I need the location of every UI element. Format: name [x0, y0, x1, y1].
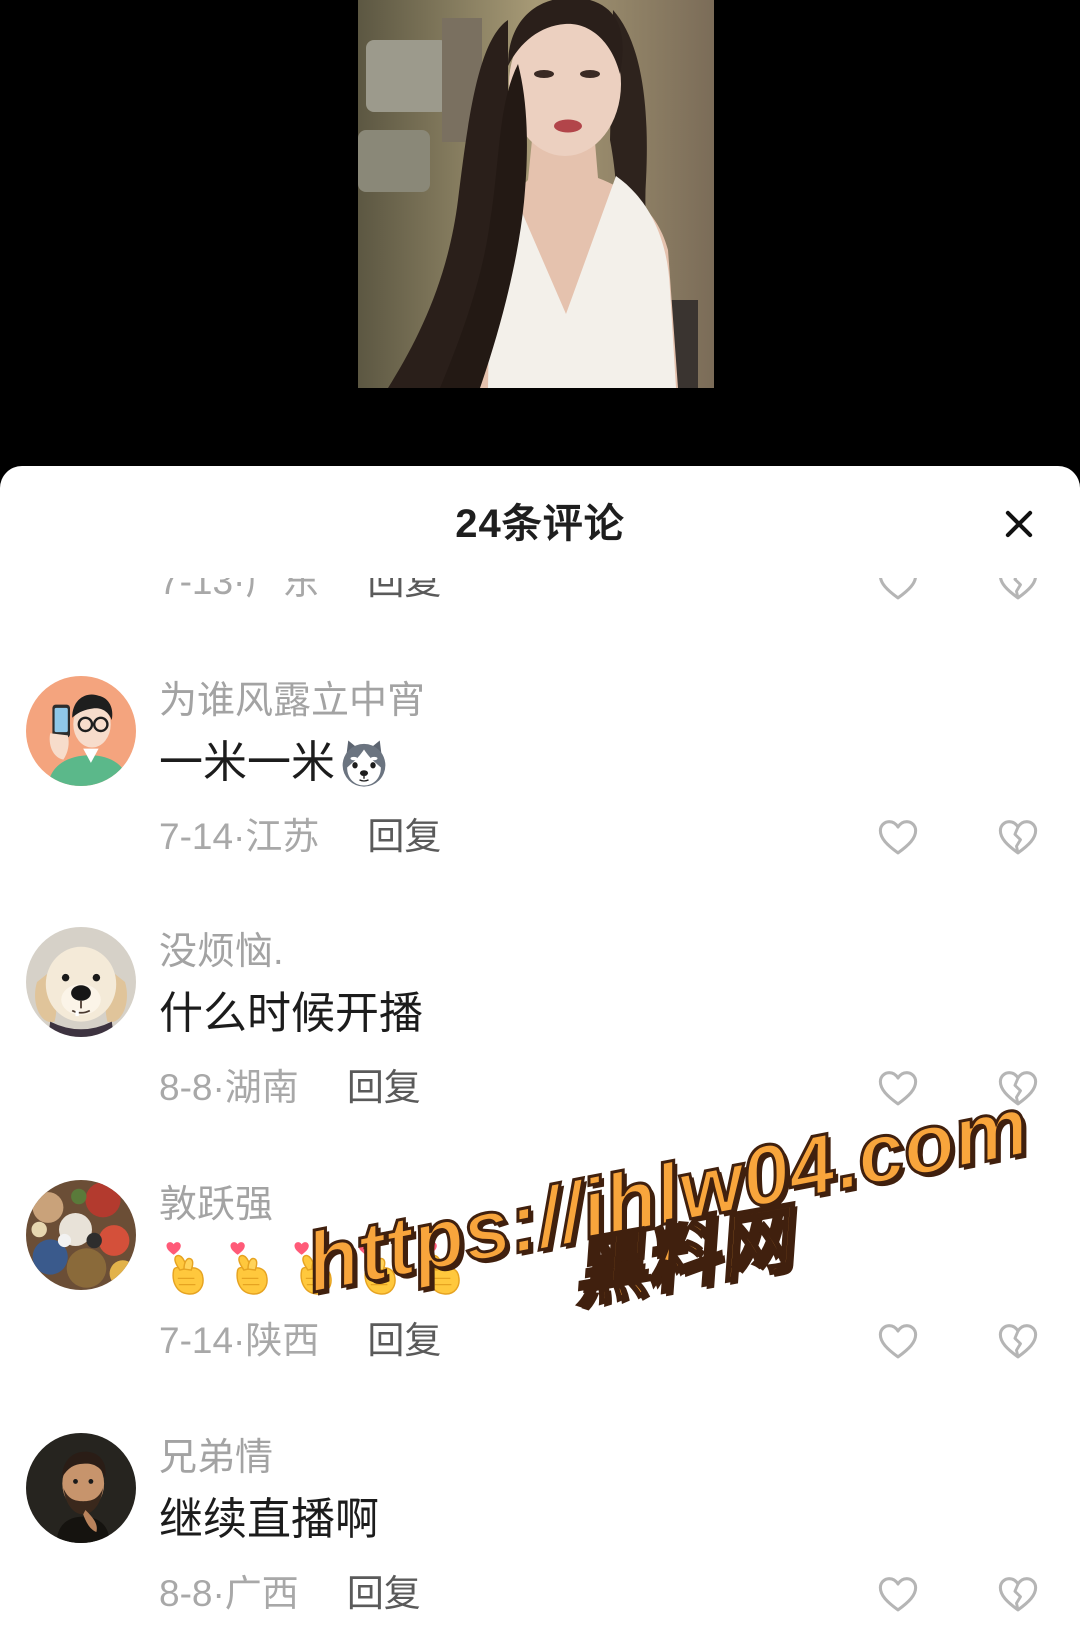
- comment-meta: 8-8·湖南 回复: [159, 1066, 421, 1110]
- like-button[interactable]: [875, 1571, 921, 1617]
- avatar[interactable]: [26, 676, 136, 786]
- comment-username[interactable]: 敦跃强: [159, 1183, 273, 1227]
- close-icon: [1005, 510, 1033, 538]
- comment-meta: 8-8·广西 回复: [159, 1572, 421, 1616]
- comment-username[interactable]: 兄弟情: [159, 1436, 273, 1480]
- comment-meta: 7-13·广东 回复: [159, 578, 441, 604]
- avatar[interactable]: [26, 1433, 136, 1543]
- close-button[interactable]: [997, 502, 1041, 546]
- reply-button[interactable]: 回复: [347, 1066, 421, 1110]
- broken-heart-icon: [999, 578, 1037, 600]
- comment-date-region: 7-13·广东: [159, 578, 320, 602]
- comment-text-content: 继续直播啊: [159, 1495, 379, 1544]
- avatar[interactable]: [26, 927, 136, 1037]
- comment-item: 兄弟情 继续直播啊 8-8·广西 回复: [0, 1433, 1080, 1633]
- comment-date-region: 8-8·湖南: [159, 1067, 299, 1108]
- comment-username[interactable]: 为谁风露立中宵: [159, 679, 425, 723]
- video-preview[interactable]: [358, 0, 714, 388]
- heart-outline-icon: [878, 1324, 918, 1359]
- comment-text[interactable]: 一米一米: [159, 737, 391, 789]
- avatar-image: [26, 1433, 136, 1543]
- comment-username[interactable]: 没烦恼.: [159, 930, 284, 974]
- avatar-image: [26, 1180, 136, 1290]
- heart-outline-icon: [879, 578, 917, 600]
- reply-button[interactable]: 回复: [367, 1319, 441, 1363]
- comment-text[interactable]: 继续直播啊: [159, 1494, 379, 1546]
- reply-button[interactable]: 回复: [367, 578, 441, 604]
- heart-outline-icon: [878, 1577, 918, 1612]
- heart-outline-icon: [878, 820, 918, 855]
- sheet-title: 24条评论: [455, 502, 625, 546]
- avatar-image: [26, 676, 136, 786]
- avatar-image: [26, 927, 136, 1037]
- dislike-button[interactable]: [995, 1571, 1041, 1617]
- dislike-button[interactable]: [995, 814, 1041, 860]
- dislike-button[interactable]: [995, 578, 1041, 605]
- comment-item-partial: 7-13·广东 回复: [0, 578, 1080, 621]
- finger-heart-emoji: [166, 1242, 204, 1295]
- finger-heart-emoji: [230, 1242, 268, 1295]
- like-button[interactable]: [875, 578, 921, 605]
- reply-button[interactable]: 回复: [367, 815, 441, 859]
- video-frame-image: [358, 0, 714, 388]
- reply-button[interactable]: 回复: [347, 1572, 421, 1616]
- comment-date-region: 8-8·广西: [159, 1573, 299, 1614]
- like-button[interactable]: [875, 1318, 921, 1364]
- broken-heart-icon: [998, 1577, 1038, 1612]
- comment-meta: 7-14·陕西 回复: [159, 1319, 441, 1363]
- comment-sheet: 24条评论 7-13·广东 回复 为谁风露立中宵 一米一米 7-14·江苏 回复…: [0, 466, 1080, 1643]
- avatar[interactable]: [26, 1180, 136, 1290]
- comment-text[interactable]: 什么时候开播: [159, 988, 423, 1040]
- like-button[interactable]: [875, 814, 921, 860]
- comment-meta: 7-14·江苏 回复: [159, 815, 441, 859]
- husky-emoji: [342, 740, 386, 787]
- comment-item: 为谁风露立中宵 一米一米 7-14·江苏 回复: [0, 676, 1080, 876]
- comment-text-content: 一米一米: [159, 738, 335, 787]
- comment-text-content: 什么时候开播: [159, 989, 423, 1038]
- broken-heart-icon: [998, 1324, 1038, 1359]
- comment-date-region: 7-14·陕西: [159, 1320, 320, 1361]
- comment-date-region: 7-14·江苏: [159, 816, 320, 857]
- broken-heart-icon: [998, 820, 1038, 855]
- dislike-button[interactable]: [995, 1318, 1041, 1364]
